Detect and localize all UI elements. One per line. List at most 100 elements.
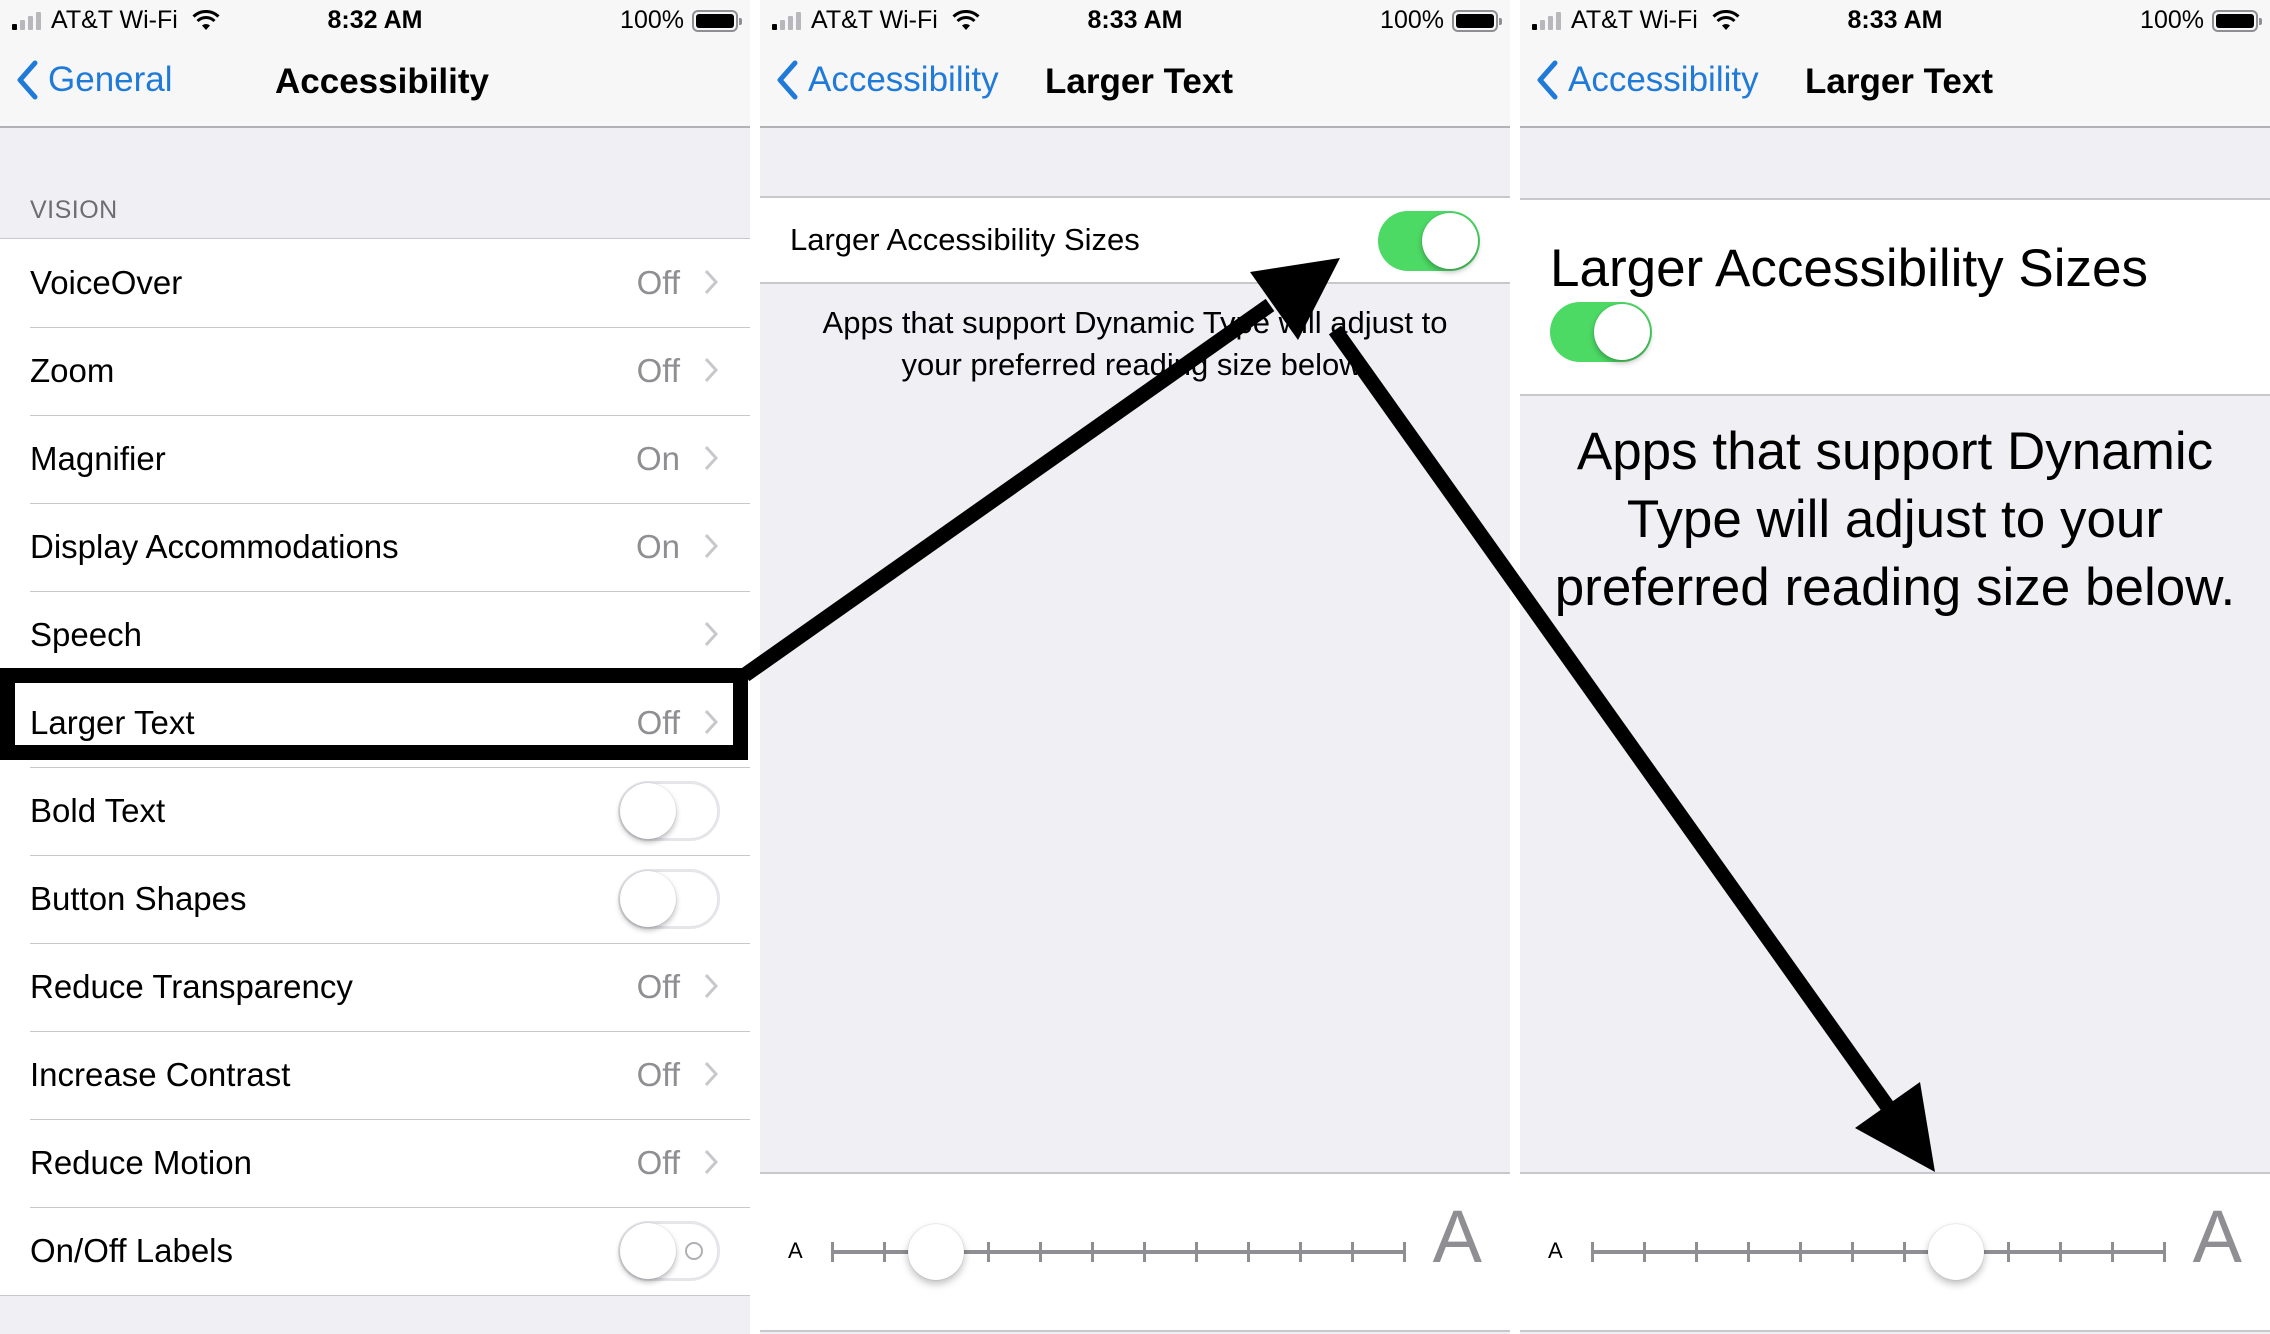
slider-tick — [1298, 1242, 1302, 1262]
text-size-slider[interactable] — [830, 1224, 1406, 1280]
row-label: Magnifier — [30, 440, 166, 477]
row-value: On — [635, 528, 680, 565]
slider-tick — [986, 1242, 990, 1262]
battery-percent: 100% — [2140, 6, 2204, 34]
toggle-knob — [620, 1223, 676, 1279]
row-label: Reduce Transparency — [30, 968, 353, 1005]
slider-tick — [1246, 1242, 1250, 1262]
navigation-bar: General Accessibility — [0, 40, 750, 128]
text-size-slider-cell: A A — [1520, 1172, 2270, 1332]
settings-row-larger-text[interactable]: Larger Text Off — [0, 679, 750, 767]
page-title: Accessibility — [275, 62, 489, 101]
row-toggle[interactable] — [618, 869, 720, 929]
section-header-vision: VISION — [30, 196, 118, 224]
battery-icon — [692, 9, 742, 32]
row-label: Bold Text — [30, 792, 166, 829]
slider-tick — [2058, 1242, 2062, 1262]
row-value: Off — [636, 1056, 680, 1093]
slider-tick — [1402, 1242, 1406, 1262]
settings-row-display-accommodations[interactable]: Display Accommodations On — [0, 503, 750, 591]
settings-row-increase-contrast[interactable]: Increase Contrast Off — [0, 1031, 750, 1119]
chevron-right-icon — [704, 1149, 718, 1175]
navigation-bar: Accessibility Larger Text — [760, 40, 1510, 128]
slider-tick — [1194, 1242, 1198, 1262]
settings-row-voiceover[interactable]: VoiceOver Off — [0, 239, 750, 327]
back-label: Accessibility — [808, 60, 999, 99]
settings-row-reduce-transparency[interactable]: Reduce Transparency Off — [0, 943, 750, 1031]
row-label: On/Off Labels — [30, 1232, 234, 1269]
large-text-icon: A — [1432, 1195, 1482, 1278]
back-button[interactable]: Accessibility — [776, 60, 999, 100]
slider-tick — [2110, 1242, 2114, 1262]
small-text-icon: A — [788, 1238, 803, 1263]
chevron-right-icon — [704, 357, 718, 383]
back-button[interactable]: General — [16, 60, 173, 100]
back-label: General — [48, 60, 173, 99]
slider-tick — [1798, 1242, 1802, 1262]
dynamic-type-description: Apps that support Dynamic Type will adju… — [1554, 422, 2236, 617]
row-toggle[interactable] — [618, 781, 720, 841]
slider-tick — [1590, 1242, 1594, 1262]
settings-row-zoom[interactable]: Zoom Off — [0, 327, 750, 415]
slider-tick — [1746, 1242, 1750, 1262]
larger-text-screen-default: AT&T Wi-Fi 8:33 AM 100% Accessibility La… — [760, 0, 1510, 1334]
row-value: Off — [636, 352, 680, 389]
battery-icon — [1452, 9, 1502, 32]
small-text-icon: A — [1548, 1238, 1563, 1263]
chevron-left-icon — [17, 60, 38, 100]
toggle-knob — [1594, 304, 1650, 360]
settings-row-speech[interactable]: Speech — [0, 591, 750, 679]
larger-accessibility-sizes-cell: Larger Accessibility Sizes — [760, 196, 1510, 284]
row-label: Speech — [30, 616, 142, 653]
row-value: Off — [636, 264, 680, 301]
row-label: Larger Text — [30, 704, 195, 741]
larger-accessibility-sizes-label: Larger Accessibility Sizes — [790, 222, 1140, 257]
slider-thumb[interactable] — [908, 1224, 964, 1280]
text-size-slider[interactable] — [1590, 1224, 2166, 1280]
row-label: Button Shapes — [30, 880, 247, 917]
navigation-bar: Accessibility Larger Text — [1520, 40, 2270, 128]
chevron-right-icon — [704, 973, 718, 999]
status-bar: AT&T Wi-Fi 8:32 AM 100% — [0, 0, 750, 40]
row-value: Off — [636, 1144, 680, 1181]
row-value: Off — [636, 704, 680, 741]
battery-icon — [2212, 9, 2262, 32]
slider-tick — [1142, 1242, 1146, 1262]
dynamic-type-description: Apps that support Dynamic Type will adju… — [822, 305, 1448, 382]
page-title: Larger Text — [1805, 62, 1994, 101]
larger-accessibility-sizes-toggle[interactable] — [1550, 302, 1652, 362]
battery-percent: 100% — [1380, 6, 1444, 34]
off-label-icon — [685, 1242, 703, 1260]
chevron-left-icon — [1537, 60, 1558, 100]
chevron-right-icon — [704, 709, 718, 735]
row-value: Off — [636, 968, 680, 1005]
larger-accessibility-sizes-label: Larger Accessibility Sizes — [1550, 239, 2148, 298]
row-toggle[interactable] — [618, 1221, 720, 1281]
slider-tick — [1038, 1242, 1042, 1262]
settings-row-bold-text[interactable]: Bold Text — [0, 767, 750, 855]
settings-row-on-off-labels[interactable]: On/Off Labels — [0, 1207, 750, 1295]
chevron-right-icon — [704, 269, 718, 295]
large-text-icon: A — [2192, 1195, 2242, 1278]
back-button[interactable]: Accessibility — [1536, 60, 1759, 100]
slider-tick — [1350, 1242, 1354, 1262]
settings-row-button-shapes[interactable]: Button Shapes — [0, 855, 750, 943]
row-value: On — [635, 440, 680, 477]
settings-row-magnifier[interactable]: Magnifier On — [0, 415, 750, 503]
status-bar: AT&T Wi-Fi 8:33 AM 100% — [1520, 0, 2270, 40]
row-label: VoiceOver — [30, 264, 183, 301]
slider-thumb[interactable] — [1928, 1224, 1984, 1280]
slider-tick — [882, 1242, 886, 1262]
toggle-knob — [620, 871, 676, 927]
slider-tick — [1902, 1242, 1906, 1262]
larger-accessibility-sizes-toggle[interactable] — [1378, 211, 1480, 271]
toggle-knob — [1422, 213, 1478, 269]
chevron-left-icon — [777, 60, 798, 100]
settings-row-reduce-motion[interactable]: Reduce Motion Off — [0, 1119, 750, 1207]
row-label: Increase Contrast — [30, 1056, 291, 1093]
battery-percent: 100% — [620, 6, 684, 34]
chevron-right-icon — [704, 445, 718, 471]
status-bar: AT&T Wi-Fi 8:33 AM 100% — [760, 0, 1510, 40]
chevron-right-icon — [704, 1061, 718, 1087]
accessibility-screen: AT&T Wi-Fi 8:32 AM 100% General Accessib… — [0, 0, 750, 1334]
